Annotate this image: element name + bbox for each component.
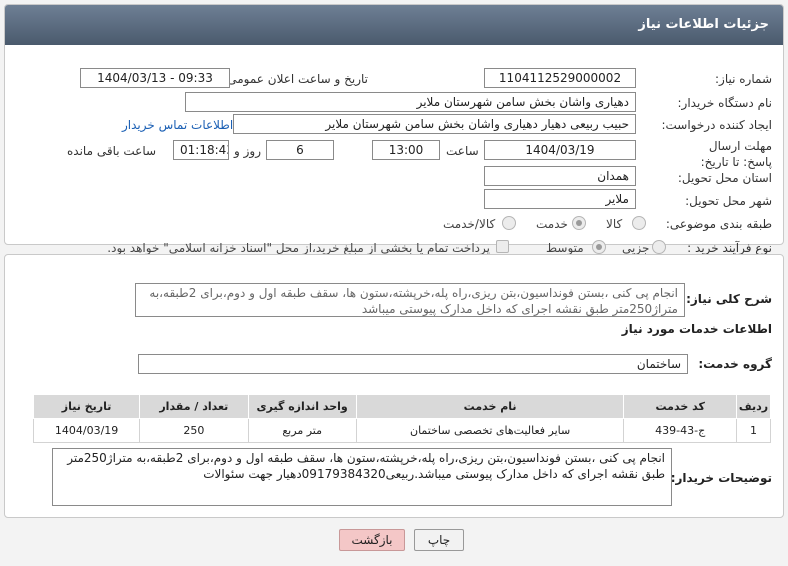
category-label: طبقه بندی موضوعی: — [665, 217, 772, 231]
service-group-field[interactable]: ساختمان — [138, 354, 688, 374]
cell-unit: متر مربع — [247, 418, 357, 443]
category-option-both-label: کالا/خدمت — [443, 217, 496, 231]
process-option-medium-label: متوسط — [546, 241, 584, 255]
category-option-service-radio[interactable] — [572, 216, 586, 230]
city-label: شهر محل تحویل: — [685, 194, 772, 208]
col-date: تاریخ نیاز — [32, 394, 141, 419]
description-textarea[interactable]: انجام پی کنی ،بستن فونداسیون،بتن ریزی،را… — [135, 283, 685, 317]
back-button[interactable]: بازگشت — [339, 529, 405, 551]
remaining-time-field[interactable]: 01:18:43 — [173, 140, 229, 160]
process-option-medium-radio[interactable] — [592, 240, 606, 254]
buyer-notes-textarea[interactable]: انجام پی کنی ،بستن فونداسیون،بتن ریزی،را… — [52, 448, 672, 506]
need-number-label: شماره نیاز: — [715, 72, 772, 86]
deadline-date-field[interactable]: 1404/03/19 — [484, 140, 636, 160]
col-row: ردیف — [735, 394, 772, 419]
service-group-label: گروه خدمت: — [698, 357, 772, 371]
need-number-field[interactable]: 1104112529000002 — [484, 68, 636, 88]
services-table: تاریخ نیاز تعداد / مقدار واحد اندازه گیر… — [32, 394, 772, 443]
category-option-goods-radio[interactable] — [632, 216, 646, 230]
buyer-org-label: نام دستگاه خریدار: — [677, 96, 773, 110]
col-name: نام خدمت — [355, 394, 625, 419]
cell-date: 1404/03/19 — [32, 418, 141, 443]
process-label: نوع فرآیند خرید : — [687, 241, 772, 255]
remaining-time-label: ساعت باقی مانده — [67, 144, 157, 158]
cell-qty: 250 — [139, 418, 249, 443]
province-label: استان محل تحویل: — [677, 171, 772, 185]
panel-header: جزئیات اطلاعات نیاز — [5, 5, 783, 45]
buyer-org-field[interactable]: دهیاری واشان بخش سامن شهرستان ملایر — [185, 92, 636, 112]
deadline-time-field[interactable]: 13:00 — [372, 140, 440, 160]
cell-name: سایر فعالیت‌های تخصصی ساختمان — [355, 418, 625, 443]
treasury-payment-checkbox[interactable] — [496, 240, 509, 253]
services-section-title: اطلاعات خدمات مورد نیاز — [621, 322, 772, 336]
col-code: کد خدمت — [623, 394, 737, 419]
days-field[interactable]: 6 — [266, 140, 334, 160]
table-header-row: تاریخ نیاز تعداد / مقدار واحد اندازه گیر… — [32, 394, 772, 419]
announce-datetime-label: تاریخ و ساعت اعلان عمومی: — [223, 72, 368, 86]
col-qty: تعداد / مقدار — [139, 394, 249, 419]
category-option-both-radio[interactable] — [502, 216, 516, 230]
cell-row: 1 — [735, 418, 772, 443]
creator-label: ایجاد کننده درخواست: — [661, 118, 772, 132]
buyer-contact-link[interactable]: اطلاعات تماس خریدار — [122, 118, 233, 132]
announce-datetime-field[interactable]: 1404/03/13 - 09:33 — [80, 68, 230, 88]
category-option-goods-label: کالا — [606, 217, 623, 231]
process-option-minor-label: جزیی — [622, 241, 650, 255]
city-field[interactable]: ملایر — [484, 189, 636, 209]
buyer-notes-label: توضیحات خریدار: — [670, 471, 772, 485]
table-row[interactable]: 1404/03/19 250 متر مربع سایر فعالیت‌های … — [32, 418, 772, 443]
print-button[interactable]: چاپ — [414, 529, 464, 551]
creator-field[interactable]: حبیب ربیعی دهیار دهیاری واشان بخش سامن ش… — [233, 114, 636, 134]
description-label: شرح کلی نیاز: — [686, 292, 772, 306]
cell-code: ج-43-439 — [623, 418, 737, 443]
deadline-time-label: ساعت — [446, 144, 479, 158]
deadline-label: مهلت ارسال پاسخ: تا تاریخ: — [700, 139, 772, 169]
process-option-minor-radio[interactable] — [652, 240, 666, 254]
col-unit: واحد اندازه گیری — [247, 394, 357, 419]
days-label: روز و — [234, 144, 261, 158]
treasury-payment-note: پرداخت تمام یا بخشی از مبلغ خرید،از محل … — [107, 241, 490, 255]
province-field[interactable]: همدان — [484, 166, 636, 186]
category-option-service-label: خدمت — [536, 217, 568, 231]
